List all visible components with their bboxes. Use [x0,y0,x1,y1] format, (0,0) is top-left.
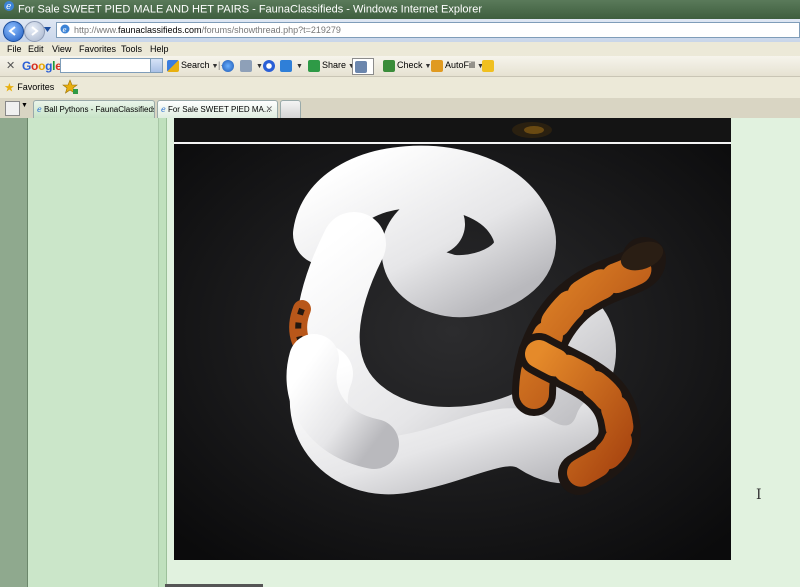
autofill-label: AutoFill [445,60,476,70]
autofill-icon [431,59,443,72]
menu-edit[interactable]: Edit [28,43,44,55]
news-button[interactable]: ▼ [240,58,263,73]
add-to-favorites-bar-button[interactable] [62,79,78,95]
tab-favicon-icon: e [161,105,166,114]
ie-icon: e [3,0,15,19]
forward-button[interactable] [24,21,45,42]
new-tab-button[interactable] [280,100,301,118]
news-icon [240,59,252,72]
globe-icon [222,59,234,72]
share-button[interactable]: Share▼ [308,58,355,73]
svg-text:e: e [6,2,11,12]
address-bar: e http://www.faunaclassifieds.com/forums… [0,19,800,42]
tab-for-sale-sweet-pied[interactable]: e For Sale SWEET PIED MA... ✕ [157,100,278,118]
menu-file[interactable]: File [7,43,22,55]
favorites-label: Favorites [17,82,55,92]
window-title-bar: e For Sale SWEET PIED MALE AND HET PAIRS… [0,0,800,19]
left-column-border [159,118,167,587]
url-host: faunaclassifieds.com [118,25,202,35]
search-label: Search [181,60,210,70]
close-toolbar-icon[interactable]: ✕ [6,59,15,72]
share-icon [308,59,320,72]
previous-image-bottom [174,118,731,142]
google-toolbar: ✕ Google Search▼ ·|· ▼ ▼ Share▼ Check▼ A… [0,56,800,77]
pencil-icon [482,59,494,72]
pagerank-button[interactable] [222,58,236,73]
snake-photo[interactable] [174,144,731,560]
add-favorite-icon [62,79,78,94]
plus-icon [280,59,292,72]
google-search-input[interactable] [60,58,163,73]
highlight-button[interactable] [482,58,496,73]
add-button[interactable]: ▼ [280,58,303,73]
back-button[interactable] [3,21,24,42]
tab-bar: ▼ e Ball Pythons - FaunaClassifieds e Fo… [0,98,800,119]
address-input[interactable]: e http://www.faunaclassifieds.com/forums… [56,22,800,38]
left-frame-strip [0,118,28,587]
menu-favorites[interactable]: Favorites [79,43,116,55]
close-tab-icon[interactable]: ✕ [265,101,273,118]
menu-help[interactable]: Help [150,43,169,55]
svg-text:e: e [63,26,67,34]
check-label: Check [397,60,423,70]
tab-ball-pythons[interactable]: e Ball Pythons - FaunaClassifieds [33,100,155,118]
search-history-dropdown[interactable] [150,59,162,72]
spellcheck-button[interactable]: Check ▼ [383,58,431,73]
favorites-bar: ★ Favorites [0,77,800,99]
search-icon [167,59,179,72]
page-content: I [0,118,800,587]
menu-bar: File Edit View Favorites Tools Help [0,42,800,57]
tab-favicon-icon: e [37,105,42,114]
page-icon: e [60,24,70,37]
menu-tools[interactable]: Tools [121,43,142,55]
tab-label: For Sale SWEET PIED MA... [167,105,271,114]
window-title: For Sale SWEET PIED MALE AND HET PAIRS -… [18,3,482,16]
google-logo: Google [22,59,62,73]
left-column [28,118,159,587]
star-icon: ★ [4,80,15,95]
text-cursor-icon: I [756,487,762,503]
forward-arrow-icon [31,26,39,36]
autofill-button[interactable]: AutoFill ▼ [431,58,484,73]
recent-pages-dropdown-icon[interactable] [44,27,51,32]
back-arrow-icon [8,26,16,36]
favorites-button[interactable]: ★ Favorites [4,81,54,94]
clock-icon [263,59,275,72]
bookmarks-button[interactable] [263,58,277,73]
tab-list-dropdown-icon[interactable]: ▼ [21,102,28,109]
sidewiki-button[interactable] [352,58,374,75]
url-prefix: http://www. [74,25,119,35]
share-label: Share [322,60,347,70]
menu-view[interactable]: View [52,43,71,55]
google-search-button[interactable]: Search ▼ [167,58,218,73]
tab-label: Ball Pythons - FaunaClassifieds [43,105,155,114]
url-path: /forums/showthread.php?t=219279 [201,25,341,35]
sidewiki-icon [355,60,367,73]
quick-tabs-button[interactable] [5,101,20,116]
spellcheck-icon [383,59,395,72]
